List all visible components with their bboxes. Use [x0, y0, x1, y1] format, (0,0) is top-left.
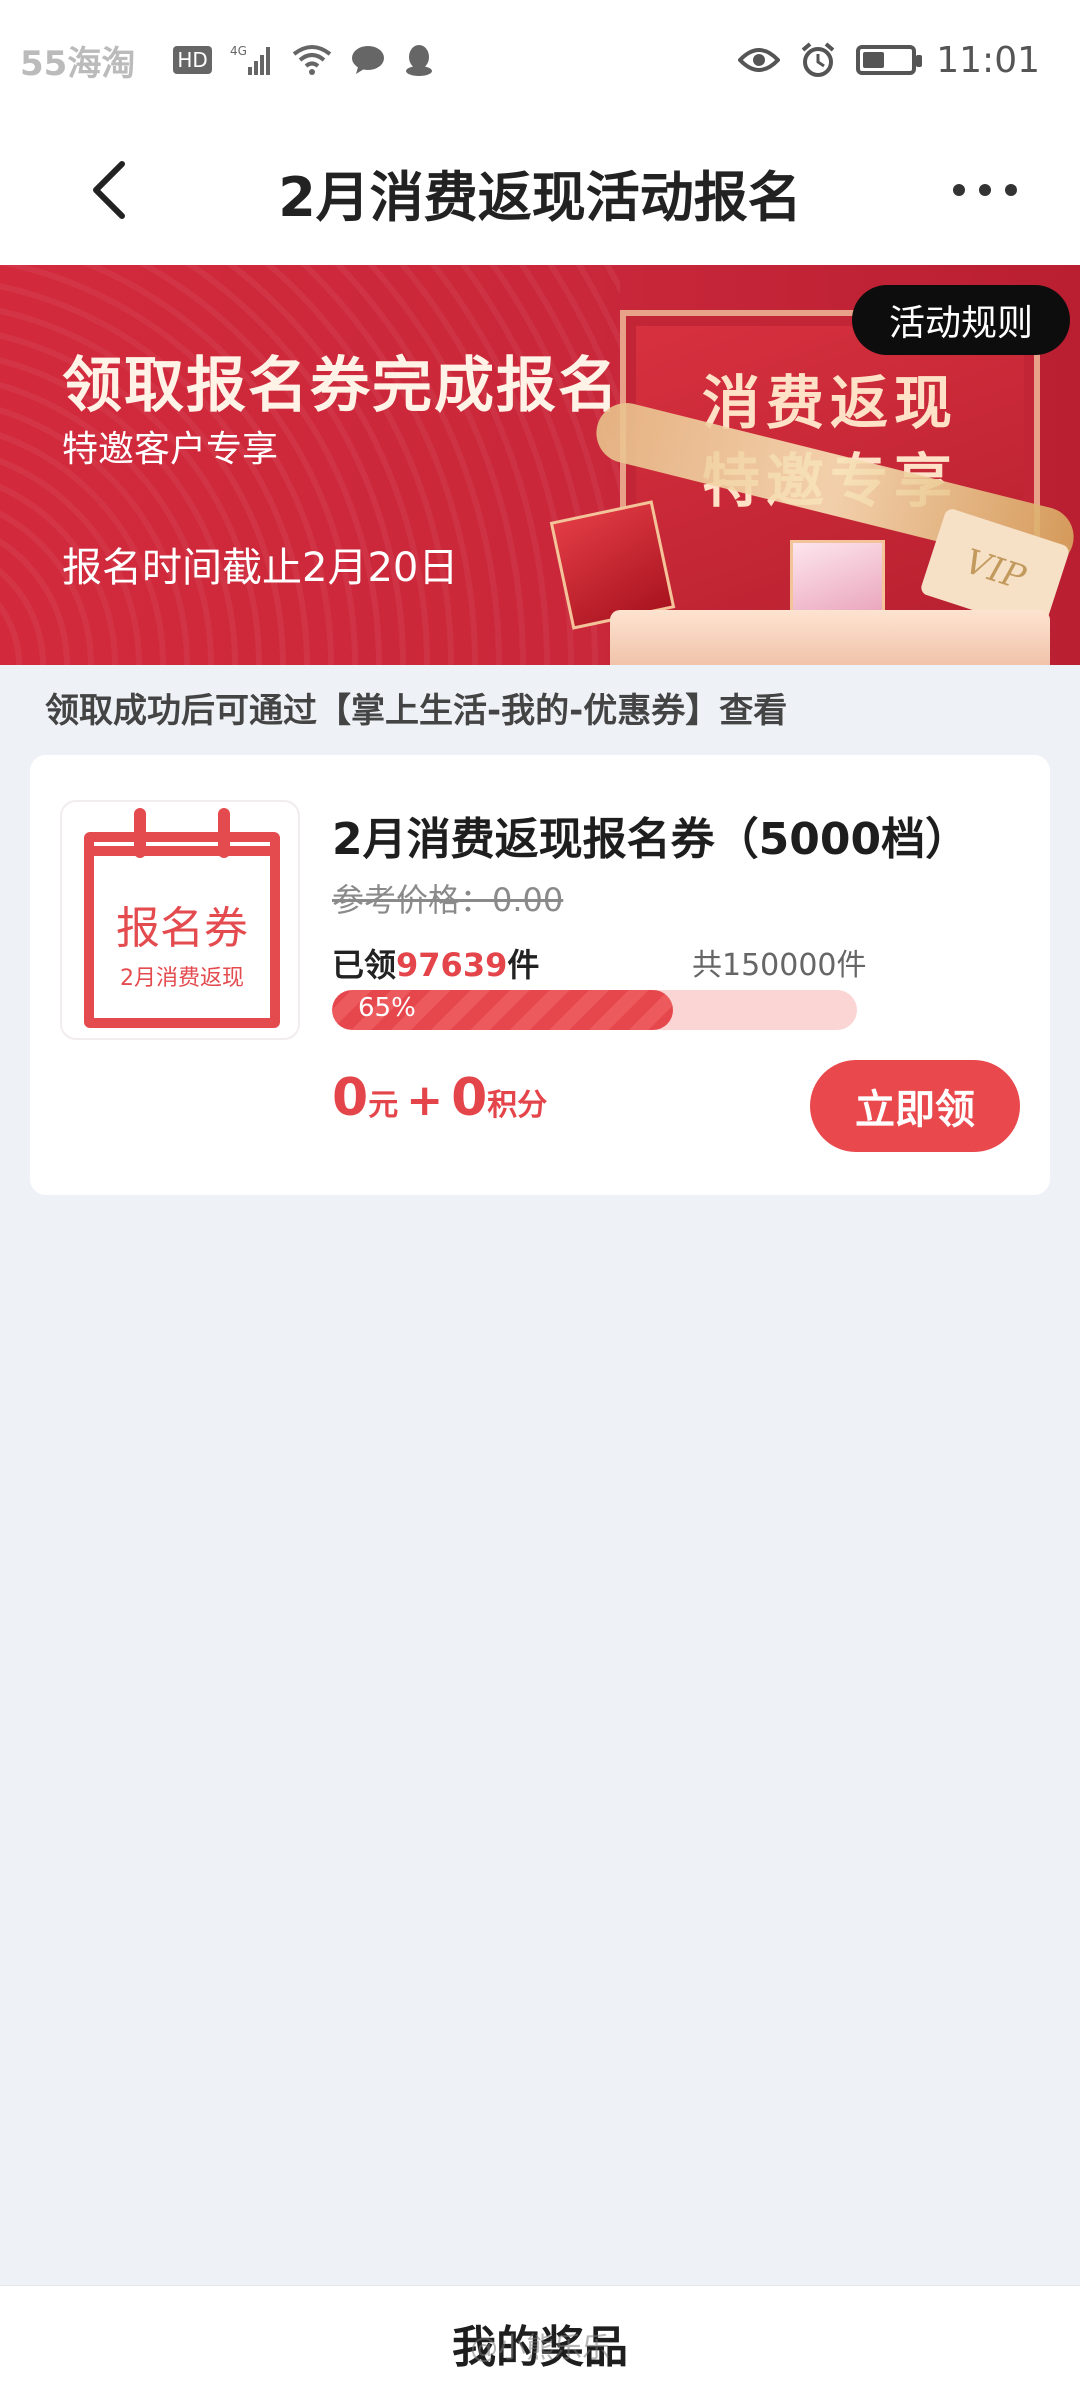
coupon-title: 2月消费返现报名券（5000档） — [332, 814, 970, 865]
claimed-suffix: 件 — [507, 946, 540, 984]
price-unit: 元 — [368, 1088, 399, 1123]
battery-level — [863, 52, 885, 68]
svg-text:4G: 4G — [230, 44, 247, 58]
coupon-price: 0元 +0积分 — [332, 1068, 547, 1128]
reference-price: 参考价格：0.00 — [332, 881, 564, 919]
claim-now-button[interactable]: 立即领 — [810, 1060, 1020, 1152]
points-unit: 积分 — [487, 1088, 548, 1123]
more-button[interactable] — [940, 150, 1030, 230]
claimed-number: 97639 — [396, 946, 508, 984]
price-amount: 0 — [332, 1068, 369, 1128]
activity-rules-button[interactable]: 活动规则 — [852, 285, 1070, 355]
points-amount: 0 — [451, 1068, 488, 1128]
chevron-left-icon — [93, 161, 125, 219]
status-left: 55海淘 HD 4G — [20, 36, 434, 85]
watermark-text: 55海淘 — [20, 43, 136, 84]
wifi-icon — [292, 44, 332, 76]
alarm-icon — [800, 42, 836, 78]
back-button[interactable] — [70, 150, 150, 230]
claimed-prefix: 已领 — [332, 946, 397, 984]
my-prizes-bar[interactable]: 我的奖品 @小熊乐乐 — [0, 2285, 1080, 2400]
claimed-count: 已领97639件 — [332, 940, 539, 986]
signal-icon: 4G — [230, 43, 274, 77]
page-title: 2月消费返现活动报名 — [278, 166, 802, 229]
calendar-icon: 报名券 2月消费返现 — [84, 808, 280, 1028]
eye-icon — [738, 46, 781, 74]
coupon-image-title: 报名券 — [116, 903, 248, 954]
coupon-card: 报名券 2月消费返现 2月消费返现报名券（5000档） 参考价格：0.00 已领… — [30, 755, 1050, 1195]
qq-icon — [404, 43, 434, 77]
claim-progress-bar: 65% — [332, 990, 857, 1030]
price-plus: + — [406, 1075, 444, 1126]
calendar-bar — [84, 846, 280, 856]
promo-banner: 领取报名券完成报名 特邀客户专享 报名时间截止2月20日 消费返现 特邀专享 V… — [0, 265, 1080, 665]
vip-text: VIP — [959, 541, 1031, 599]
coupon-image: 报名券 2月消费返现 — [60, 800, 300, 1040]
clock-time: 11:01 — [936, 39, 1040, 81]
banner-headline: 领取报名券完成报名 — [62, 351, 620, 421]
banner-subtitle: 特邀客户专享 — [62, 429, 279, 470]
coupon-image-subtitle: 2月消费返现 — [120, 966, 244, 991]
total-count: 共150000件 — [692, 948, 867, 983]
message-icon — [350, 45, 386, 75]
top-nav-bar: 2月消费返现活动报名 — [0, 120, 1080, 265]
more-dots-icon — [953, 184, 1017, 196]
status-bar: 55海淘 HD 4G 11:01 — [0, 0, 1080, 120]
banner-deadline: 报名时间截止2月20日 — [62, 545, 459, 591]
bottom-watermark: @小熊乐乐 — [470, 2331, 611, 2364]
banner-stand — [610, 610, 1050, 665]
gift-box-icon — [790, 540, 885, 620]
status-right: 11:01 — [738, 40, 1040, 81]
progress-label: 65% — [358, 993, 416, 1023]
hd-icon: HD — [173, 46, 212, 74]
battery-icon — [856, 45, 923, 75]
coupon-view-note: 领取成功后可通过【掌上生活-我的-优惠券】查看 — [45, 691, 788, 731]
